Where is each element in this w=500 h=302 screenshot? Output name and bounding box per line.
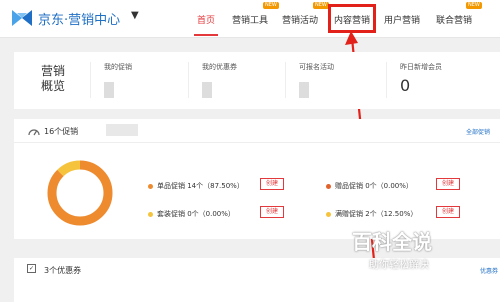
gauge-icon (28, 129, 40, 136)
blurred-value (202, 82, 212, 98)
create-single-promo-button[interactable]: 创建 (260, 178, 284, 190)
promotions-header: 16个促销 全部促销 (14, 119, 500, 143)
stat-label: 我的促销 (104, 63, 132, 71)
promotions-title: 16个促销 (44, 127, 79, 136)
legend-label: 赠品促销 0个（0.00%） (335, 182, 413, 190)
legend-dot (148, 183, 153, 189)
new-badge: NEW (263, 2, 279, 9)
checkbox-icon: ✓ (27, 264, 36, 273)
coupons-link[interactable]: 优惠券 (480, 266, 498, 275)
new-badge: NEW (313, 2, 329, 9)
stat-label: 我的优惠券 (202, 63, 237, 71)
stats-title: 营销概览 (41, 64, 66, 93)
legend-label: 套装促销 0个（0.00%） (157, 210, 235, 218)
legend-single-promo: 单品促销 14个（87.50%） (148, 181, 244, 191)
promotions-card: 16个促销 全部促销 单品促销 14个（87.50%） 创建 赠品促销 0个（0… (14, 119, 500, 239)
stat-label: 昨日新增会员 (400, 63, 442, 71)
top-header: 京东·营销中心 ▼ 首页 营销工具 NEW 营销活动 NEW 内容营销 用户营销… (0, 0, 500, 38)
divider (188, 62, 189, 98)
nav-active-indicator (194, 34, 218, 36)
nav-home[interactable]: 首页 (197, 13, 215, 26)
legend-dot (148, 211, 153, 217)
legend-dot (326, 183, 331, 189)
create-bundle-promo-button[interactable]: 创建 (260, 206, 284, 218)
nav-marketing-tools[interactable]: 营销工具 (232, 13, 268, 26)
legend-dot (326, 211, 331, 217)
promotions-donut-chart (47, 160, 113, 226)
stat-new-members[interactable]: 昨日新增会员 0 (400, 62, 442, 95)
create-full-gift-promo-button[interactable]: 创建 (436, 206, 460, 218)
watermark: 百科全说 助你轻松解决 (352, 226, 464, 276)
legend-label: 满赠促销 2个（12.50%） (335, 210, 418, 218)
divider (90, 62, 91, 98)
new-badge: NEW (466, 2, 482, 9)
blurred-value (104, 82, 114, 98)
nav-user-marketing[interactable]: 用户营销 (384, 13, 420, 26)
chevron-down-icon[interactable]: ▼ (131, 10, 139, 21)
legend-gift-promo: 赠品促销 0个（0.00%） (326, 181, 413, 191)
legend-full-gift-promo: 满赠促销 2个（12.50%） (326, 209, 417, 219)
create-gift-promo-button[interactable]: 创建 (436, 178, 460, 190)
watermark-subtitle: 助你轻松解决 (369, 260, 429, 271)
all-promotions-link[interactable]: 全部促销 (466, 127, 490, 136)
app-title[interactable]: 京东·营销中心 (38, 9, 120, 28)
blurred-text (106, 124, 138, 136)
blurred-value (299, 82, 309, 98)
jd-logo-icon (12, 10, 32, 26)
stat-available-events[interactable]: 可报名活动 (299, 62, 334, 98)
nav-joint-marketing[interactable]: 联合营销 (436, 13, 472, 26)
legend-label: 单品促销 14个（87.50%） (157, 182, 244, 190)
nav-marketing-events[interactable]: 营销活动 (282, 13, 318, 26)
watermark-title: 百科全说 (352, 230, 432, 254)
stats-overview-card: 营销概览 我的促销 我的优惠券 可报名活动 昨日新增会员 0 (14, 52, 500, 109)
divider (386, 62, 387, 98)
donut-segment-single (47, 160, 113, 226)
stat-label: 可报名活动 (299, 63, 334, 71)
stat-my-promotions[interactable]: 我的促销 (104, 62, 132, 98)
stat-my-coupons[interactable]: 我的优惠券 (202, 62, 237, 98)
coupons-title: 3个优惠券 (44, 266, 82, 275)
stat-value: 0 (400, 76, 411, 95)
divider (285, 62, 286, 98)
legend-bundle-promo: 套装促销 0个（0.00%） (148, 209, 235, 219)
